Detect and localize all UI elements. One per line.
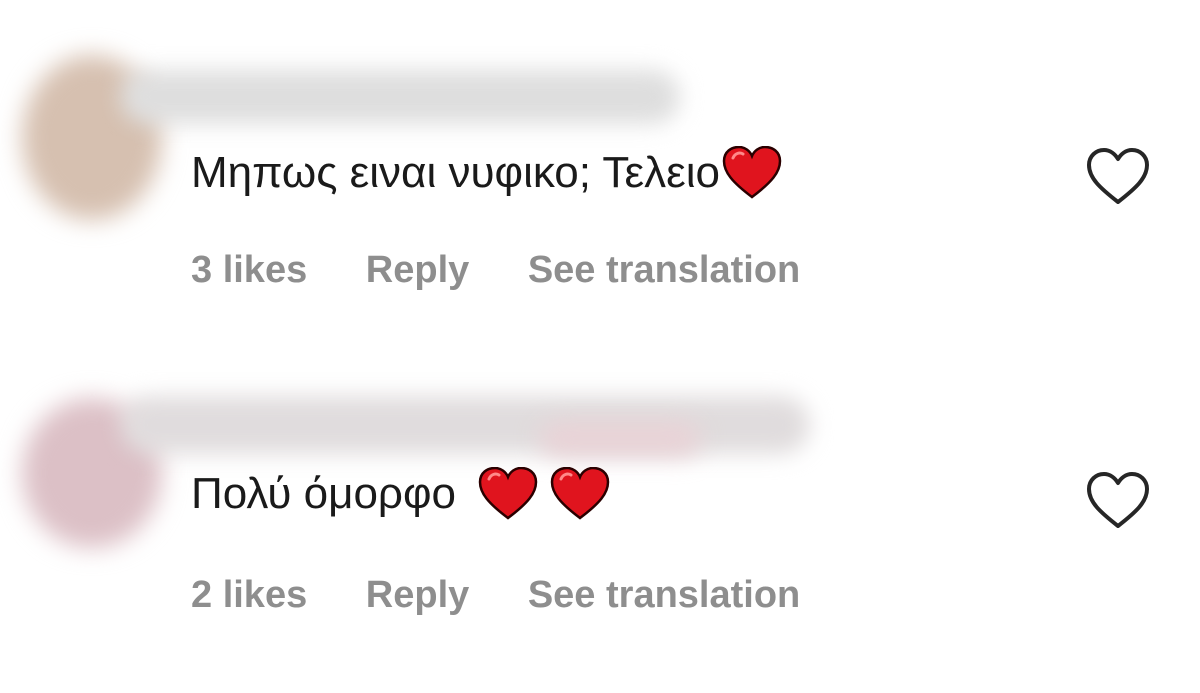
comment-text: Πολύ όμορφο — [191, 466, 610, 522]
red-heart-emoji-icon — [550, 467, 610, 520]
username-redacted — [120, 70, 680, 124]
comment-item: Πολύ όμορφο 2 likes Reply See translatio… — [0, 326, 1200, 646]
comment-body: Πολύ όμορφο — [191, 469, 456, 518]
comment-meta: 3 likes Reply See translation — [191, 245, 800, 295]
likes-count[interactable]: 3 likes — [191, 245, 307, 295]
reply-button[interactable]: Reply — [366, 570, 469, 620]
comment-item: Μηπως ειναι νυφικο; Τελειο 3 likes Reply… — [0, 0, 1200, 320]
heart-outline-icon[interactable] — [1084, 470, 1152, 532]
red-heart-emoji-icon — [478, 467, 538, 520]
username-redacted — [120, 396, 810, 454]
red-heart-emoji-icon — [722, 146, 782, 199]
comment-meta: 2 likes Reply See translation — [191, 570, 800, 620]
comment-body: Μηπως ειναι νυφικο; Τελειο — [191, 148, 720, 197]
see-translation-button[interactable]: See translation — [528, 570, 800, 620]
comment-text: Μηπως ειναι νυφικο; Τελειο — [191, 145, 782, 201]
username-redacted-accent — [540, 422, 700, 456]
see-translation-button[interactable]: See translation — [528, 245, 800, 295]
heart-outline-icon[interactable] — [1084, 146, 1152, 208]
likes-count[interactable]: 2 likes — [191, 570, 307, 620]
reply-button[interactable]: Reply — [366, 245, 469, 295]
